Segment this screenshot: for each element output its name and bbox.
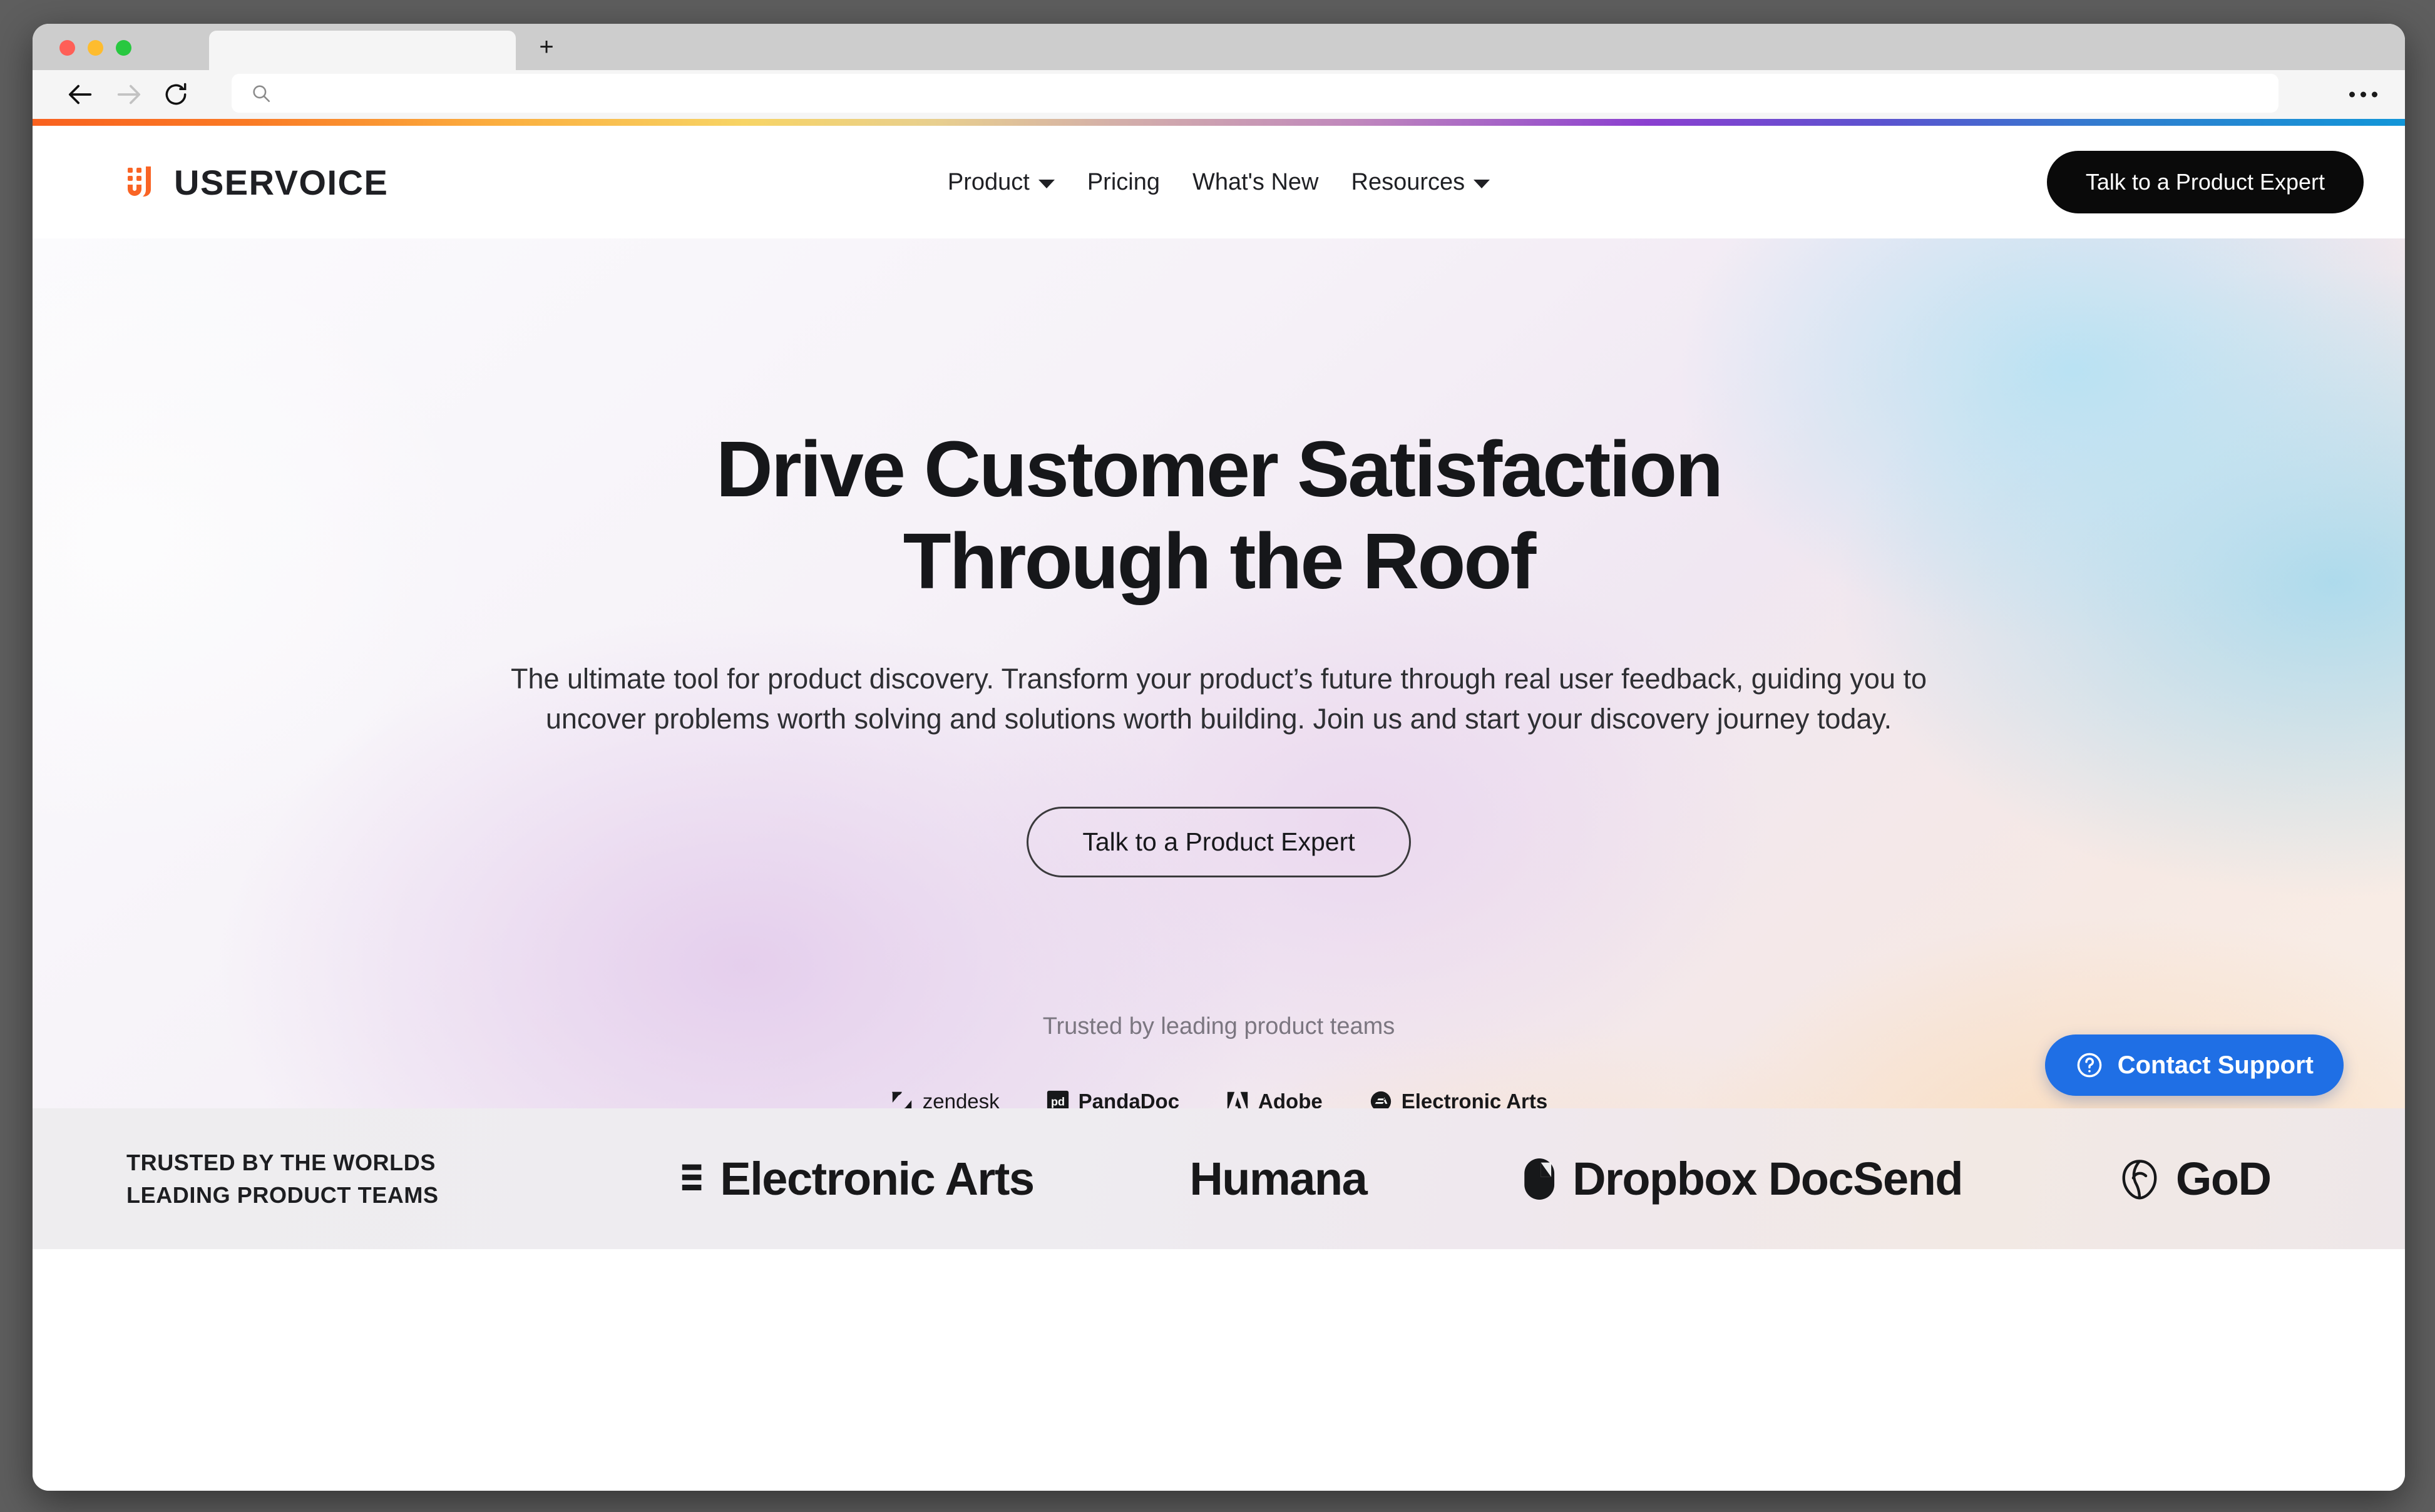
forward-arrow-icon xyxy=(117,84,141,105)
logo-label: Electronic Arts xyxy=(720,1153,1035,1205)
nav-item-label: What's New xyxy=(1192,168,1319,195)
overflow-menu-icon xyxy=(2349,91,2355,98)
nav-item-whats-new[interactable]: What's New xyxy=(1192,169,1319,196)
contact-support-label: Contact Support xyxy=(2117,1051,2314,1079)
search-icon xyxy=(253,85,270,103)
browser-tab-strip: + xyxy=(33,24,2405,70)
nav-item-product[interactable]: Product xyxy=(948,169,1055,196)
browser-toolbar xyxy=(33,70,2405,119)
close-window-button[interactable] xyxy=(59,40,75,56)
overflow-menu-icon xyxy=(2372,91,2377,98)
trusted-by-band-logos: Electronic Arts Humana Dropbox DocSend G… xyxy=(602,1152,2349,1205)
hero-section: Drive Customer Satisfaction Through the … xyxy=(33,238,2405,1249)
nav-item-resources[interactable]: Resources xyxy=(1351,169,1490,196)
ea-bars-icon xyxy=(682,1164,702,1190)
band-logo-dropbox-docsend: Dropbox DocSend xyxy=(1522,1152,1964,1205)
overflow-menu-icon xyxy=(2361,91,2366,98)
uservoice-wordmark: USERVOICE xyxy=(174,162,389,202)
logo-label: Humana xyxy=(1189,1153,1367,1205)
god-leaf-icon xyxy=(2122,1159,2157,1199)
hero-talk-to-expert-button[interactable]: Talk to a Product Expert xyxy=(1027,806,1411,877)
back-button[interactable] xyxy=(61,77,100,112)
header-talk-to-expert-button[interactable]: Talk to a Product Expert xyxy=(2046,151,2364,213)
nav-item-pricing[interactable]: Pricing xyxy=(1087,169,1160,196)
chevron-down-icon xyxy=(1038,179,1055,188)
new-tab-button[interactable]: + xyxy=(532,33,561,61)
address-bar[interactable] xyxy=(232,74,2279,113)
back-arrow-icon xyxy=(68,84,92,105)
browser-tab[interactable] xyxy=(209,31,516,70)
hero-content: Drive Customer Satisfaction Through the … xyxy=(33,238,2405,877)
reload-button[interactable] xyxy=(156,77,195,112)
band-logo-humana: Humana xyxy=(1189,1152,1367,1205)
trusted-by-label: Trusted by leading product teams xyxy=(1042,1013,1395,1040)
svg-text:pd: pd xyxy=(1051,1096,1065,1108)
reload-icon xyxy=(165,83,187,105)
desktop-backdrop: + USERVOICE Product Pricing What's New R… xyxy=(0,0,2435,1512)
minimize-window-button[interactable] xyxy=(88,40,103,56)
contact-support-button[interactable]: Contact Support xyxy=(2044,1034,2344,1096)
hero-title-line-1: Drive Customer Satisfaction xyxy=(715,425,1723,513)
forward-button[interactable] xyxy=(109,77,148,112)
hero-subtitle: The ultimate tool for product discovery.… xyxy=(510,662,1927,735)
window-traffic-lights xyxy=(59,40,131,56)
uservoice-mark-icon xyxy=(128,166,151,197)
question-circle-icon xyxy=(2077,1053,2102,1078)
new-tab-plus-icon: + xyxy=(539,33,554,61)
nav-item-label: Product xyxy=(947,168,1030,195)
uservoice-logo[interactable]: USERVOICE xyxy=(125,162,388,203)
band-logo-god: GoD xyxy=(2118,1152,2272,1205)
logo-label: GoD xyxy=(2175,1153,2272,1205)
nav-item-label: Pricing xyxy=(1087,168,1160,195)
trusted-by-band: TRUSTED BY THE WORLDS LEADING PRODUCT TE… xyxy=(33,1108,2405,1249)
dropbox-pill-icon xyxy=(1524,1158,1555,1200)
page-title: Drive Customer Satisfaction Through the … xyxy=(449,423,1989,608)
trusted-by-band-label: TRUSTED BY THE WORLDS LEADING PRODUCT TE… xyxy=(126,1150,439,1208)
brand-gradient-bar xyxy=(33,119,2405,126)
browser-window: + USERVOICE Product Pricing What's New R… xyxy=(33,24,2405,1491)
hero-title-line-2: Through the Roof xyxy=(903,517,1537,606)
nav-item-label: Resources xyxy=(1351,168,1465,195)
band-logo-electronic-arts: Electronic Arts xyxy=(680,1152,1035,1205)
site-header: USERVOICE Product Pricing What's New Res… xyxy=(33,126,2405,238)
browser-menu-button[interactable] xyxy=(2349,91,2377,98)
chevron-down-icon xyxy=(1474,179,1490,188)
logo-label: Dropbox DocSend xyxy=(1572,1153,1963,1205)
page-viewport: USERVOICE Product Pricing What's New Res… xyxy=(33,119,2405,1491)
zoom-window-button[interactable] xyxy=(116,40,131,56)
